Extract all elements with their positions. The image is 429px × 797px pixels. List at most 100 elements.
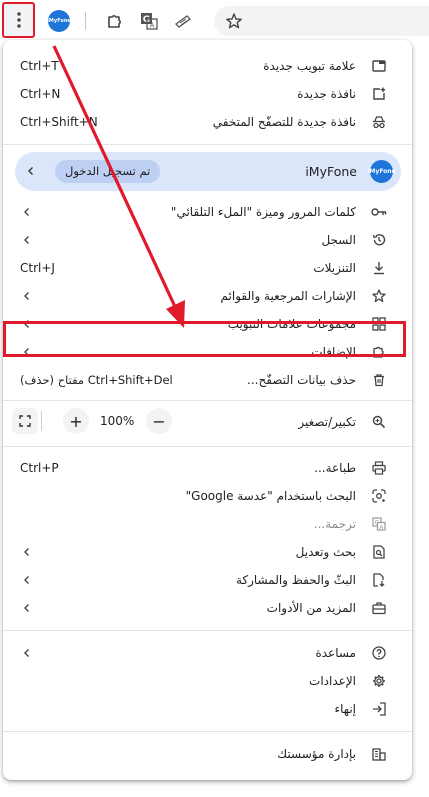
menu-divider xyxy=(3,731,412,732)
toolbar-separator xyxy=(85,12,86,30)
menu-item-new-window[interactable]: Ctrl+N نافذة جديدة xyxy=(3,80,412,108)
star-icon xyxy=(371,288,387,304)
menu-item-label: مساعدة xyxy=(315,646,356,660)
shortcut-label: Ctrl+Shift+Del مفتاح (حذف) xyxy=(20,373,173,387)
menu-item-label: الإعدادات xyxy=(309,674,356,688)
settings-icon xyxy=(371,673,387,689)
profile-avatar: iMyFone xyxy=(367,160,396,183)
zoom-level: 100% xyxy=(100,414,135,428)
imyfone-avatar: iMyFone xyxy=(48,10,70,32)
new-window-icon xyxy=(371,86,387,102)
menu-item-label: كلمات المرور وميزة "الملء التلقائي" xyxy=(170,205,356,219)
menu-item-downloads[interactable]: Ctrl+J التنزيلات xyxy=(3,254,412,282)
menu-item-label: نافذة جديدة xyxy=(297,87,356,101)
menu-divider xyxy=(3,400,412,401)
translate-icon: GA xyxy=(140,12,158,30)
profile-row[interactable]: تم تسجيل الدخول iMyFone iMyFone xyxy=(15,152,401,191)
menu-item-label: بإدارة مؤسستك xyxy=(277,747,356,761)
menu-item-cast-save-share[interactable]: البثّ والحفظ والمشاركة xyxy=(3,566,412,594)
menu-item-label: حذف بيانات التصفّح... xyxy=(247,373,356,387)
menu-item-google-lens[interactable]: البحث باستخدام "عدسة Google" xyxy=(3,482,412,510)
incognito-icon xyxy=(371,114,387,130)
menu-item-label: المزيد من الأدوات xyxy=(266,601,356,615)
menu-item-settings[interactable]: الإعدادات xyxy=(3,667,412,695)
menu-item-label: التنزيلات xyxy=(313,261,356,275)
download-icon xyxy=(371,260,387,276)
menu-item-help[interactable]: مساعدة xyxy=(3,639,412,667)
zoom-out-button[interactable]: − xyxy=(146,408,172,434)
chevron-left-icon xyxy=(21,290,33,302)
new-tab-icon xyxy=(371,58,387,74)
chrome-menu-button[interactable] xyxy=(2,2,35,38)
zoom-icon xyxy=(371,414,387,430)
menu-item-label: بحث وتعديل xyxy=(295,545,356,559)
chevron-left-icon xyxy=(21,234,33,246)
profile-badge-text: iMyFone xyxy=(48,18,70,24)
menu-item-incognito[interactable]: Ctrl+Shift+N نافذة جديدة للتصفّح المتخفي xyxy=(3,108,412,136)
menu-item-find-edit[interactable]: بحث وتعديل xyxy=(3,538,412,566)
translate-button[interactable]: GA xyxy=(136,8,162,34)
history-icon xyxy=(371,232,387,248)
menu-item-translate: ترجمة... GA xyxy=(3,510,412,538)
zoom-row: + 100% − تكبير/تصغير xyxy=(3,408,412,436)
profile-badge-button[interactable]: iMyFone xyxy=(46,8,72,34)
star-icon xyxy=(225,12,243,30)
shortcut-label: Ctrl+Shift+N xyxy=(20,115,98,129)
chevron-left-icon xyxy=(21,647,33,659)
fullscreen-button[interactable] xyxy=(12,408,38,434)
signed-in-chip: تم تسجيل الدخول xyxy=(55,160,161,183)
toolbox-icon xyxy=(371,600,387,616)
avatar-text: iMyFone xyxy=(367,168,396,175)
menu-item-label: البحث باستخدام "عدسة Google" xyxy=(185,489,356,503)
menu-item-label: علامة تبويب جديدة xyxy=(263,59,356,73)
profile-name: iMyFone xyxy=(305,164,357,179)
fullscreen-icon xyxy=(19,415,31,427)
menu-item-new-tab[interactable]: Ctrl+T علامة تبويب جديدة xyxy=(3,52,412,80)
menu-divider xyxy=(3,630,412,631)
svg-text:A: A xyxy=(379,525,383,531)
print-icon xyxy=(371,460,387,476)
shortcut-label: Ctrl+N xyxy=(20,87,61,101)
menu-item-more-tools[interactable]: المزيد من الأدوات xyxy=(3,594,412,622)
trash-icon xyxy=(371,372,387,388)
minus-icon: − xyxy=(152,411,166,431)
shortcut-label: Ctrl+J xyxy=(20,261,55,275)
menu-item-label: الإشارات المرجعية والقوائم xyxy=(220,289,356,303)
menu-item-history[interactable]: السجل xyxy=(3,226,412,254)
translate-icon: GA xyxy=(371,516,387,532)
menu-item-clear-browsing-data[interactable]: Ctrl+Shift+Del مفتاح (حذف) حذف بيانات ال… xyxy=(3,366,412,394)
chevron-left-icon xyxy=(21,602,33,614)
shortcut-label: Ctrl+P xyxy=(20,461,59,475)
more-vert-icon xyxy=(16,12,21,28)
help-icon xyxy=(371,645,387,661)
chevron-left-icon xyxy=(25,165,37,177)
find-icon xyxy=(371,544,387,560)
exit-icon xyxy=(371,701,387,717)
key-icon xyxy=(371,204,387,220)
reader-icon xyxy=(174,12,192,30)
menu-item-managed-by-org[interactable]: بإدارة مؤسستك xyxy=(3,740,412,768)
shortcut-label: Ctrl+T xyxy=(20,59,59,73)
plus-icon: + xyxy=(69,411,83,431)
highlight-box xyxy=(3,321,406,357)
menu-item-label: ترجمة... xyxy=(313,517,356,531)
menu-item-label: طباعة... xyxy=(314,461,356,475)
menu-divider xyxy=(3,144,412,145)
extensions-button[interactable] xyxy=(102,8,128,34)
browser-toolbar: iMyFone GA xyxy=(0,0,429,42)
menu-item-print[interactable]: Ctrl+P طباعة... xyxy=(3,454,412,482)
cast-save-icon xyxy=(371,572,387,588)
business-icon xyxy=(371,746,387,762)
zoom-separator xyxy=(41,411,42,431)
menu-item-passwords[interactable]: كلمات المرور وميزة "الملء التلقائي" xyxy=(3,198,412,226)
reader-button[interactable] xyxy=(170,8,196,34)
lens-icon xyxy=(371,488,387,504)
menu-item-label: السجل xyxy=(321,233,356,247)
zoom-label: تكبير/تصغير xyxy=(298,415,356,429)
menu-item-bookmarks[interactable]: الإشارات المرجعية والقوائم xyxy=(3,282,412,310)
extensions-icon xyxy=(106,12,124,30)
menu-item-label: إنهاء xyxy=(334,702,356,716)
menu-item-exit[interactable]: إنهاء xyxy=(3,695,412,723)
bookmark-star-button[interactable] xyxy=(221,8,247,34)
zoom-in-button[interactable]: + xyxy=(63,408,89,434)
